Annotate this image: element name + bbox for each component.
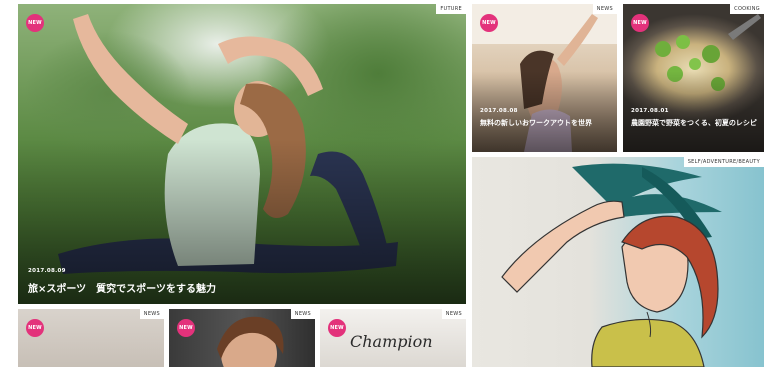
article-card-bottom-1[interactable]: NEW NEWS [18, 309, 164, 367]
svg-text:Champion: Champion [350, 332, 433, 351]
new-badge: NEW [480, 14, 498, 32]
category-label[interactable]: SELF/ADVENTURE/BEAUTY [683, 157, 764, 167]
category-label[interactable]: COOKING [730, 4, 764, 14]
article-card-recipe[interactable]: NEW COOKING 2017.08.01 農園野菜で野菜をつくる、初夏のレシ… [623, 4, 764, 152]
woman-illustration [501, 163, 722, 367]
article-card-illustration[interactable]: SELF/ADVENTURE/BEAUTY [472, 157, 764, 367]
new-badge: NEW [26, 319, 44, 337]
article-date: 2017.08.08 [480, 108, 518, 114]
pop-art-illustration [472, 157, 764, 367]
new-badge: NEW [177, 319, 195, 337]
article-date: 2017.08.09 [28, 268, 66, 274]
new-badge: NEW [328, 319, 346, 337]
article-date: 2017.08.01 [631, 108, 669, 114]
article-card-workout[interactable]: NEW NEWS 2017.08.08 無料の新しいおワークアウトを世界 [472, 4, 617, 152]
article-title[interactable]: 無料の新しいおワークアウトを世界 [480, 118, 608, 129]
new-badge: NEW [26, 14, 44, 32]
new-badge: NEW [631, 14, 649, 32]
category-label[interactable]: NEWS [290, 309, 315, 319]
category-label[interactable]: NEWS [139, 309, 164, 319]
category-label[interactable]: FUTURE [436, 4, 466, 14]
article-title[interactable]: 旅×スポーツ 質究でスポーツをする魅力 [28, 280, 216, 295]
article-card-bottom-3[interactable]: Champion NEW NEWS [320, 309, 466, 367]
article-card-bottom-2[interactable]: NEW NEWS [169, 309, 315, 367]
article-title[interactable]: 農園野菜で野菜をつくる、初夏のレシピ [631, 118, 757, 129]
category-label[interactable]: NEWS [592, 4, 617, 14]
featured-article-card[interactable]: NEW FUTURE 2017.08.09 旅×スポーツ 質究でスポーツをする魅… [18, 4, 466, 304]
category-label[interactable]: NEWS [441, 309, 466, 319]
